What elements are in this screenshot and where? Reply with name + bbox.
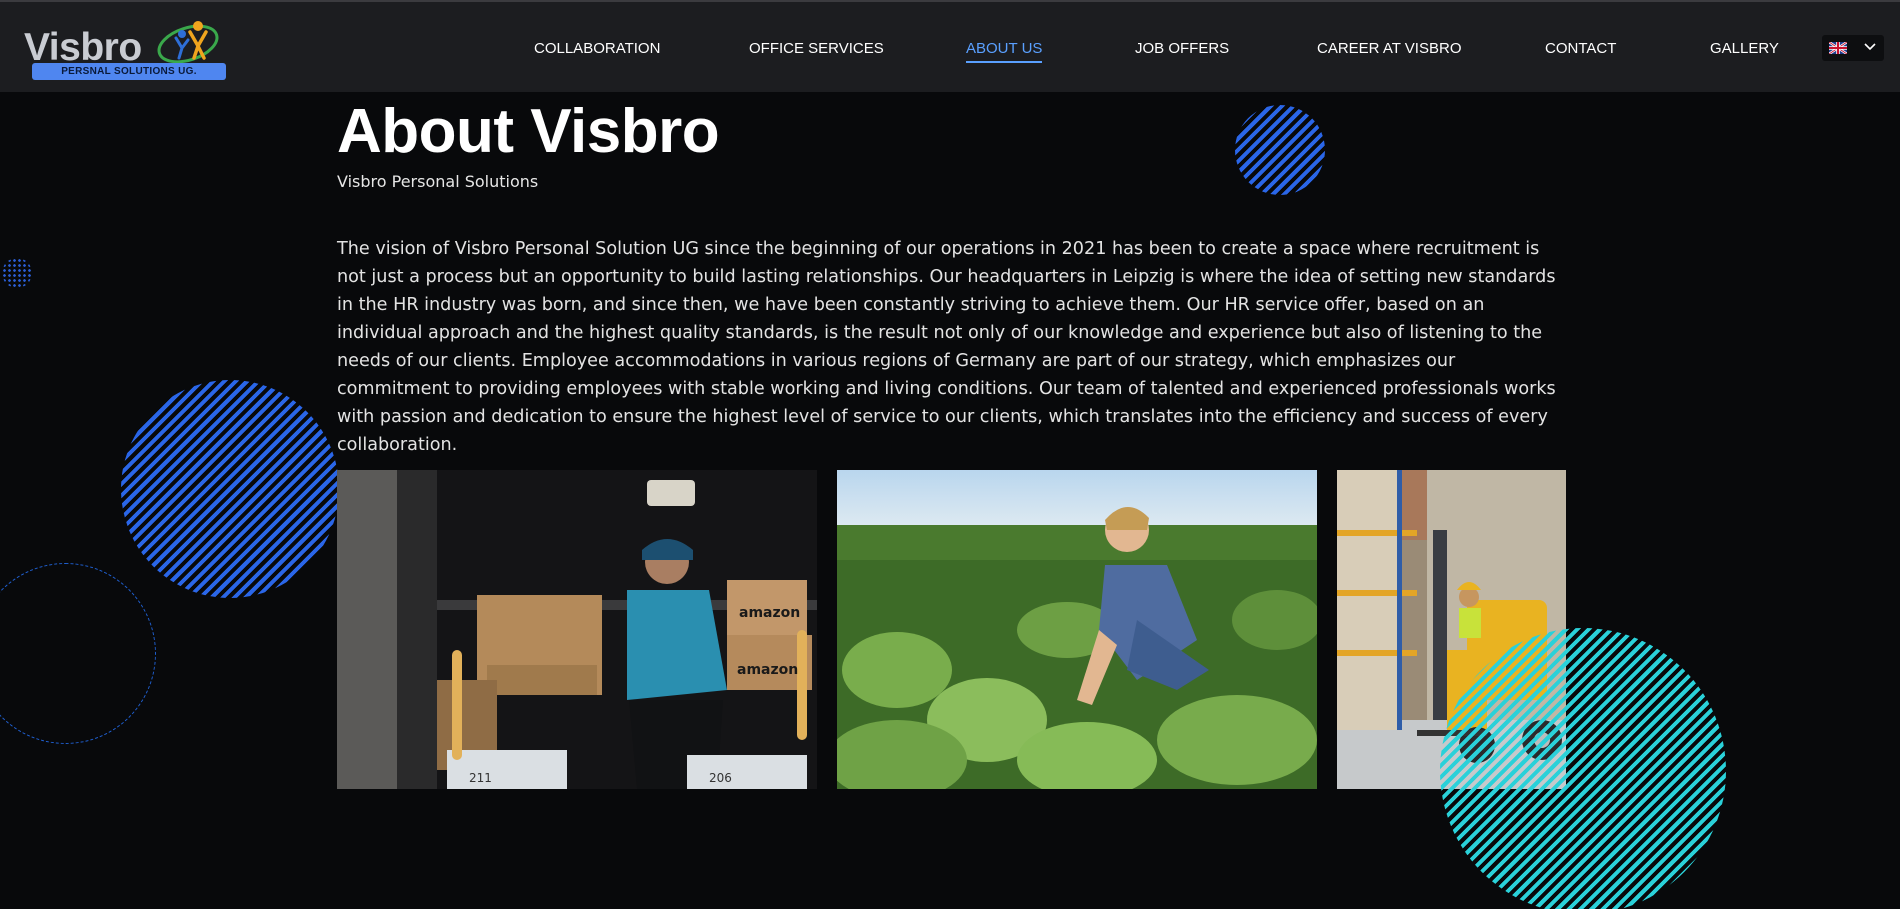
main-nav: COLLABORATION OFFICE SERVICES ABOUT US J… — [0, 2, 1900, 94]
page-title: About Visbro — [337, 97, 720, 166]
decorative-dot-pattern — [2, 258, 32, 288]
nav-item-job-offers[interactable]: JOB OFFERS — [1135, 40, 1229, 57]
site-header: Visbro PERSNAL SOLUTIONS UG. COLLABORATI… — [0, 0, 1900, 92]
nav-item-about-us[interactable]: ABOUT US — [966, 40, 1043, 63]
nav-item-office-services[interactable]: OFFICE SERVICES — [749, 40, 884, 57]
page-subtitle: Visbro Personal Solutions — [337, 172, 539, 191]
box-label: amazon — [739, 605, 800, 621]
bag-number: 211 — [469, 771, 492, 785]
decorative-striped-circle — [1235, 105, 1325, 195]
chevron-down-icon — [1864, 43, 1876, 51]
nav-item-contact[interactable]: CONTACT — [1545, 40, 1616, 57]
decorative-striped-circle — [1440, 628, 1726, 909]
nav-item-career[interactable]: CAREER AT VISBRO — [1317, 40, 1462, 57]
photo-delivery-van: amazon amazon 211 206 — [337, 470, 817, 789]
about-paragraph: The vision of Visbro Personal Solution U… — [337, 239, 1556, 455]
nav-item-gallery[interactable]: GALLERY — [1710, 40, 1779, 57]
photo-farm-worker — [837, 470, 1317, 789]
decorative-dashed-circle — [0, 563, 156, 744]
uk-flag-icon — [1829, 42, 1847, 54]
decorative-striped-circle — [121, 380, 339, 598]
bag-number: 206 — [709, 771, 732, 785]
box-label: amazon — [737, 662, 798, 678]
language-selector[interactable] — [1822, 35, 1884, 61]
nav-item-collaboration[interactable]: COLLABORATION — [534, 40, 660, 57]
